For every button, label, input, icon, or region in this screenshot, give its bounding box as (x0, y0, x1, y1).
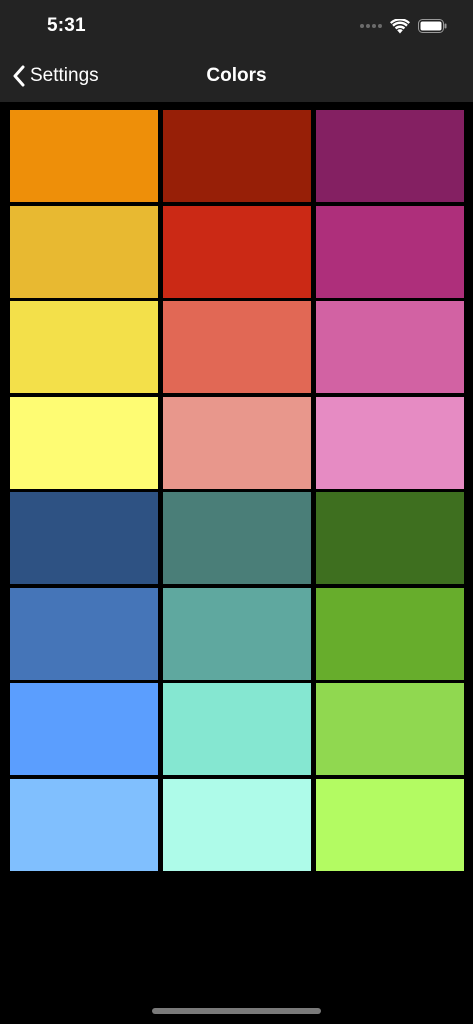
color-swatch[interactable] (316, 205, 464, 298)
color-swatch[interactable] (10, 587, 158, 680)
color-swatch[interactable] (316, 492, 464, 584)
color-swatch[interactable] (316, 587, 464, 680)
color-swatch[interactable] (163, 301, 311, 393)
color-swatch[interactable] (10, 301, 158, 393)
color-swatch[interactable] (10, 205, 158, 298)
color-swatch[interactable] (316, 396, 464, 489)
color-swatch[interactable] (10, 396, 158, 489)
status-time: 5:31 (47, 15, 86, 36)
color-swatch[interactable] (10, 778, 158, 871)
color-swatch[interactable] (163, 587, 311, 680)
color-swatch[interactable] (316, 301, 464, 393)
color-swatch[interactable] (163, 683, 311, 775)
color-swatch[interactable] (163, 205, 311, 298)
color-swatch[interactable] (316, 110, 464, 202)
color-grid (10, 110, 464, 871)
battery-icon (418, 19, 447, 33)
color-swatch[interactable] (163, 778, 311, 871)
color-swatch[interactable] (10, 492, 158, 584)
color-swatch[interactable] (163, 396, 311, 489)
color-swatch[interactable] (316, 778, 464, 871)
signal-dots-icon (360, 24, 382, 28)
page-title: Colors (206, 65, 267, 86)
color-swatch[interactable] (163, 110, 311, 202)
screen: 5:31 Settings Colors (0, 0, 473, 1024)
nav-bar: Settings Colors (0, 50, 473, 102)
color-swatch[interactable] (10, 110, 158, 202)
status-bar: 5:31 (0, 0, 473, 50)
wifi-icon (390, 18, 410, 33)
color-swatch[interactable] (163, 492, 311, 584)
status-icons (360, 16, 447, 36)
color-swatch[interactable] (316, 683, 464, 775)
color-swatch[interactable] (10, 683, 158, 775)
home-indicator[interactable] (152, 1008, 321, 1014)
